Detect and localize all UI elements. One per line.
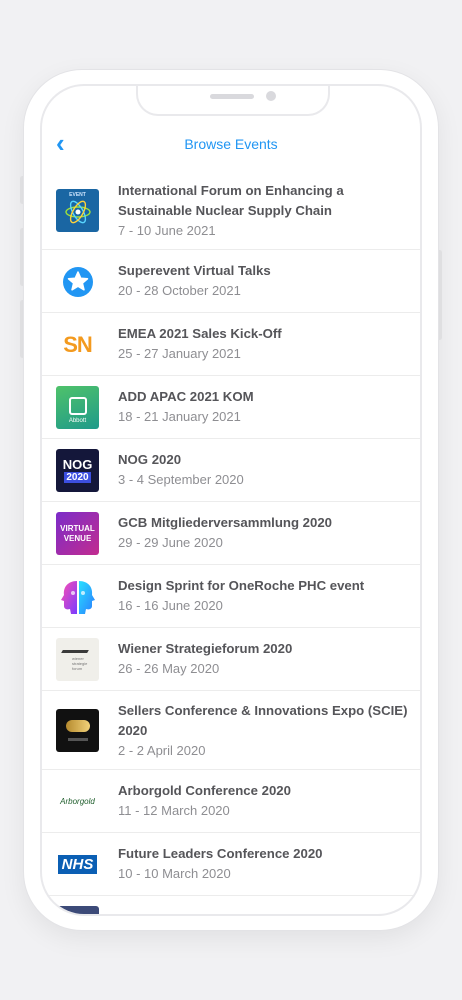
event-title: NOG 2020 xyxy=(118,452,182,467)
scie-strip-icon xyxy=(67,738,88,741)
event-date: 16 - 16 June 2020 xyxy=(118,598,223,613)
event-title: Design Sprint for OneRoche PHC event xyxy=(118,578,365,593)
thumb-label: NOG xyxy=(62,457,93,472)
event-date: 20 - 28 October 2021 xyxy=(118,283,241,298)
page-title: Browse Events xyxy=(184,136,278,152)
event-title: Superevent Virtual Talks xyxy=(118,263,271,278)
event-item[interactable]: SN EMEA 2021 Sales Kick-Off 25 - 27 Janu… xyxy=(42,313,420,376)
thumb-label: NHS xyxy=(57,855,98,874)
front-camera xyxy=(266,91,276,101)
arborgold-logo: Arborgold xyxy=(56,780,99,823)
event-title: Future Leaders Conference 2020 xyxy=(118,846,323,861)
event-date: 26 - 26 May 2020 xyxy=(118,661,220,676)
sn-logo: SN xyxy=(56,323,99,366)
scie-emblem-icon xyxy=(65,720,90,732)
event-date: 2 - 2 April 2020 xyxy=(118,743,206,758)
nav-bar: ‹ Browse Events xyxy=(42,126,420,162)
event-item[interactable]: VIRTUAL VENUE GCB Mitgliederversammlung … xyxy=(42,502,420,565)
event-date: 7 - 10 June 2021 xyxy=(118,223,216,238)
thumb-label-2: VENUE xyxy=(63,533,92,543)
event-date: 10 - 10 March 2020 xyxy=(118,866,231,881)
speaker-grille xyxy=(210,94,254,99)
star-badge-icon xyxy=(56,260,99,303)
event-item[interactable]: wiener strategie forum Wiener Strategief… xyxy=(42,628,420,691)
event-title: Sellers Conference & Innovations Expo (S… xyxy=(118,703,408,738)
event-title: Arborgold Conference 2020 xyxy=(118,783,291,798)
nog-logo: NOG 2020 xyxy=(56,449,99,492)
event-item[interactable]: Abbott ADD APAC 2021 KOM 18 - 21 January… xyxy=(42,376,420,439)
events-list: EVENT International Forum on Enhancing a… xyxy=(42,172,420,914)
event-title: GCB Mitgliederversammlung 2020 xyxy=(118,515,333,530)
abbott-symbol-icon xyxy=(68,397,87,415)
strategieforum-logo: wiener strategie forum xyxy=(56,638,99,681)
event-date: 18 - 21 January 2021 xyxy=(118,409,241,424)
virtual-venue-logo: VIRTUAL VENUE xyxy=(56,512,99,555)
event-date: 25 - 27 January 2021 xyxy=(118,346,241,361)
event-item[interactable]: NOG 2020 NOG 2020 3 - 4 September 2020 xyxy=(42,439,420,502)
event-title: International Forum on Enhancing a Susta… xyxy=(118,183,344,218)
event-title: Wiener Strategieforum 2020 xyxy=(118,641,293,656)
app-screen: ‹ Browse Events EVENT International Foru… xyxy=(42,86,420,914)
event-date: 3 - 4 September 2020 xyxy=(118,472,244,487)
nhs-logo: NHS xyxy=(56,843,99,886)
event-date: 11 - 12 March 2020 xyxy=(118,803,230,818)
event-item[interactable]: Sellers Conference & Innovations Expo (S… xyxy=(42,691,420,770)
thumb-label: Arborgold xyxy=(60,797,95,806)
thumb-label: wiener strategie forum xyxy=(72,656,88,671)
thumb-label: Abbott xyxy=(68,418,87,424)
nuclear-atom-logo: EVENT xyxy=(56,189,99,232)
event-item[interactable]: Arborgold Arborgold Conference 2020 11 -… xyxy=(42,770,420,833)
abbott-logo: Abbott xyxy=(56,386,99,429)
event-item[interactable]: Design Sprint for OneRoche PHC event 16 … xyxy=(42,565,420,628)
phone-notch xyxy=(136,86,330,116)
logo-bar-icon xyxy=(61,650,89,653)
partial-thumbnail xyxy=(56,906,99,914)
event-title: ADD APAC 2021 KOM xyxy=(118,389,254,404)
event-item[interactable]: EVENT International Forum on Enhancing a… xyxy=(42,172,420,250)
scie-logo xyxy=(56,709,99,752)
event-item[interactable]: Superevent Virtual Talks 20 - 28 October… xyxy=(42,250,420,313)
event-item[interactable] xyxy=(42,896,420,914)
thumb-label: VIRTUAL xyxy=(60,523,95,533)
atom-icon xyxy=(64,200,91,223)
thumb-label: SN xyxy=(63,331,93,357)
event-item[interactable]: NHS Future Leaders Conference 2020 10 - … xyxy=(42,833,420,896)
heads-profile-logo xyxy=(56,575,99,618)
thumb-label-year: 2020 xyxy=(64,472,91,483)
event-date: 29 - 29 June 2020 xyxy=(118,535,223,550)
event-title: EMEA 2021 Sales Kick-Off xyxy=(118,326,282,341)
